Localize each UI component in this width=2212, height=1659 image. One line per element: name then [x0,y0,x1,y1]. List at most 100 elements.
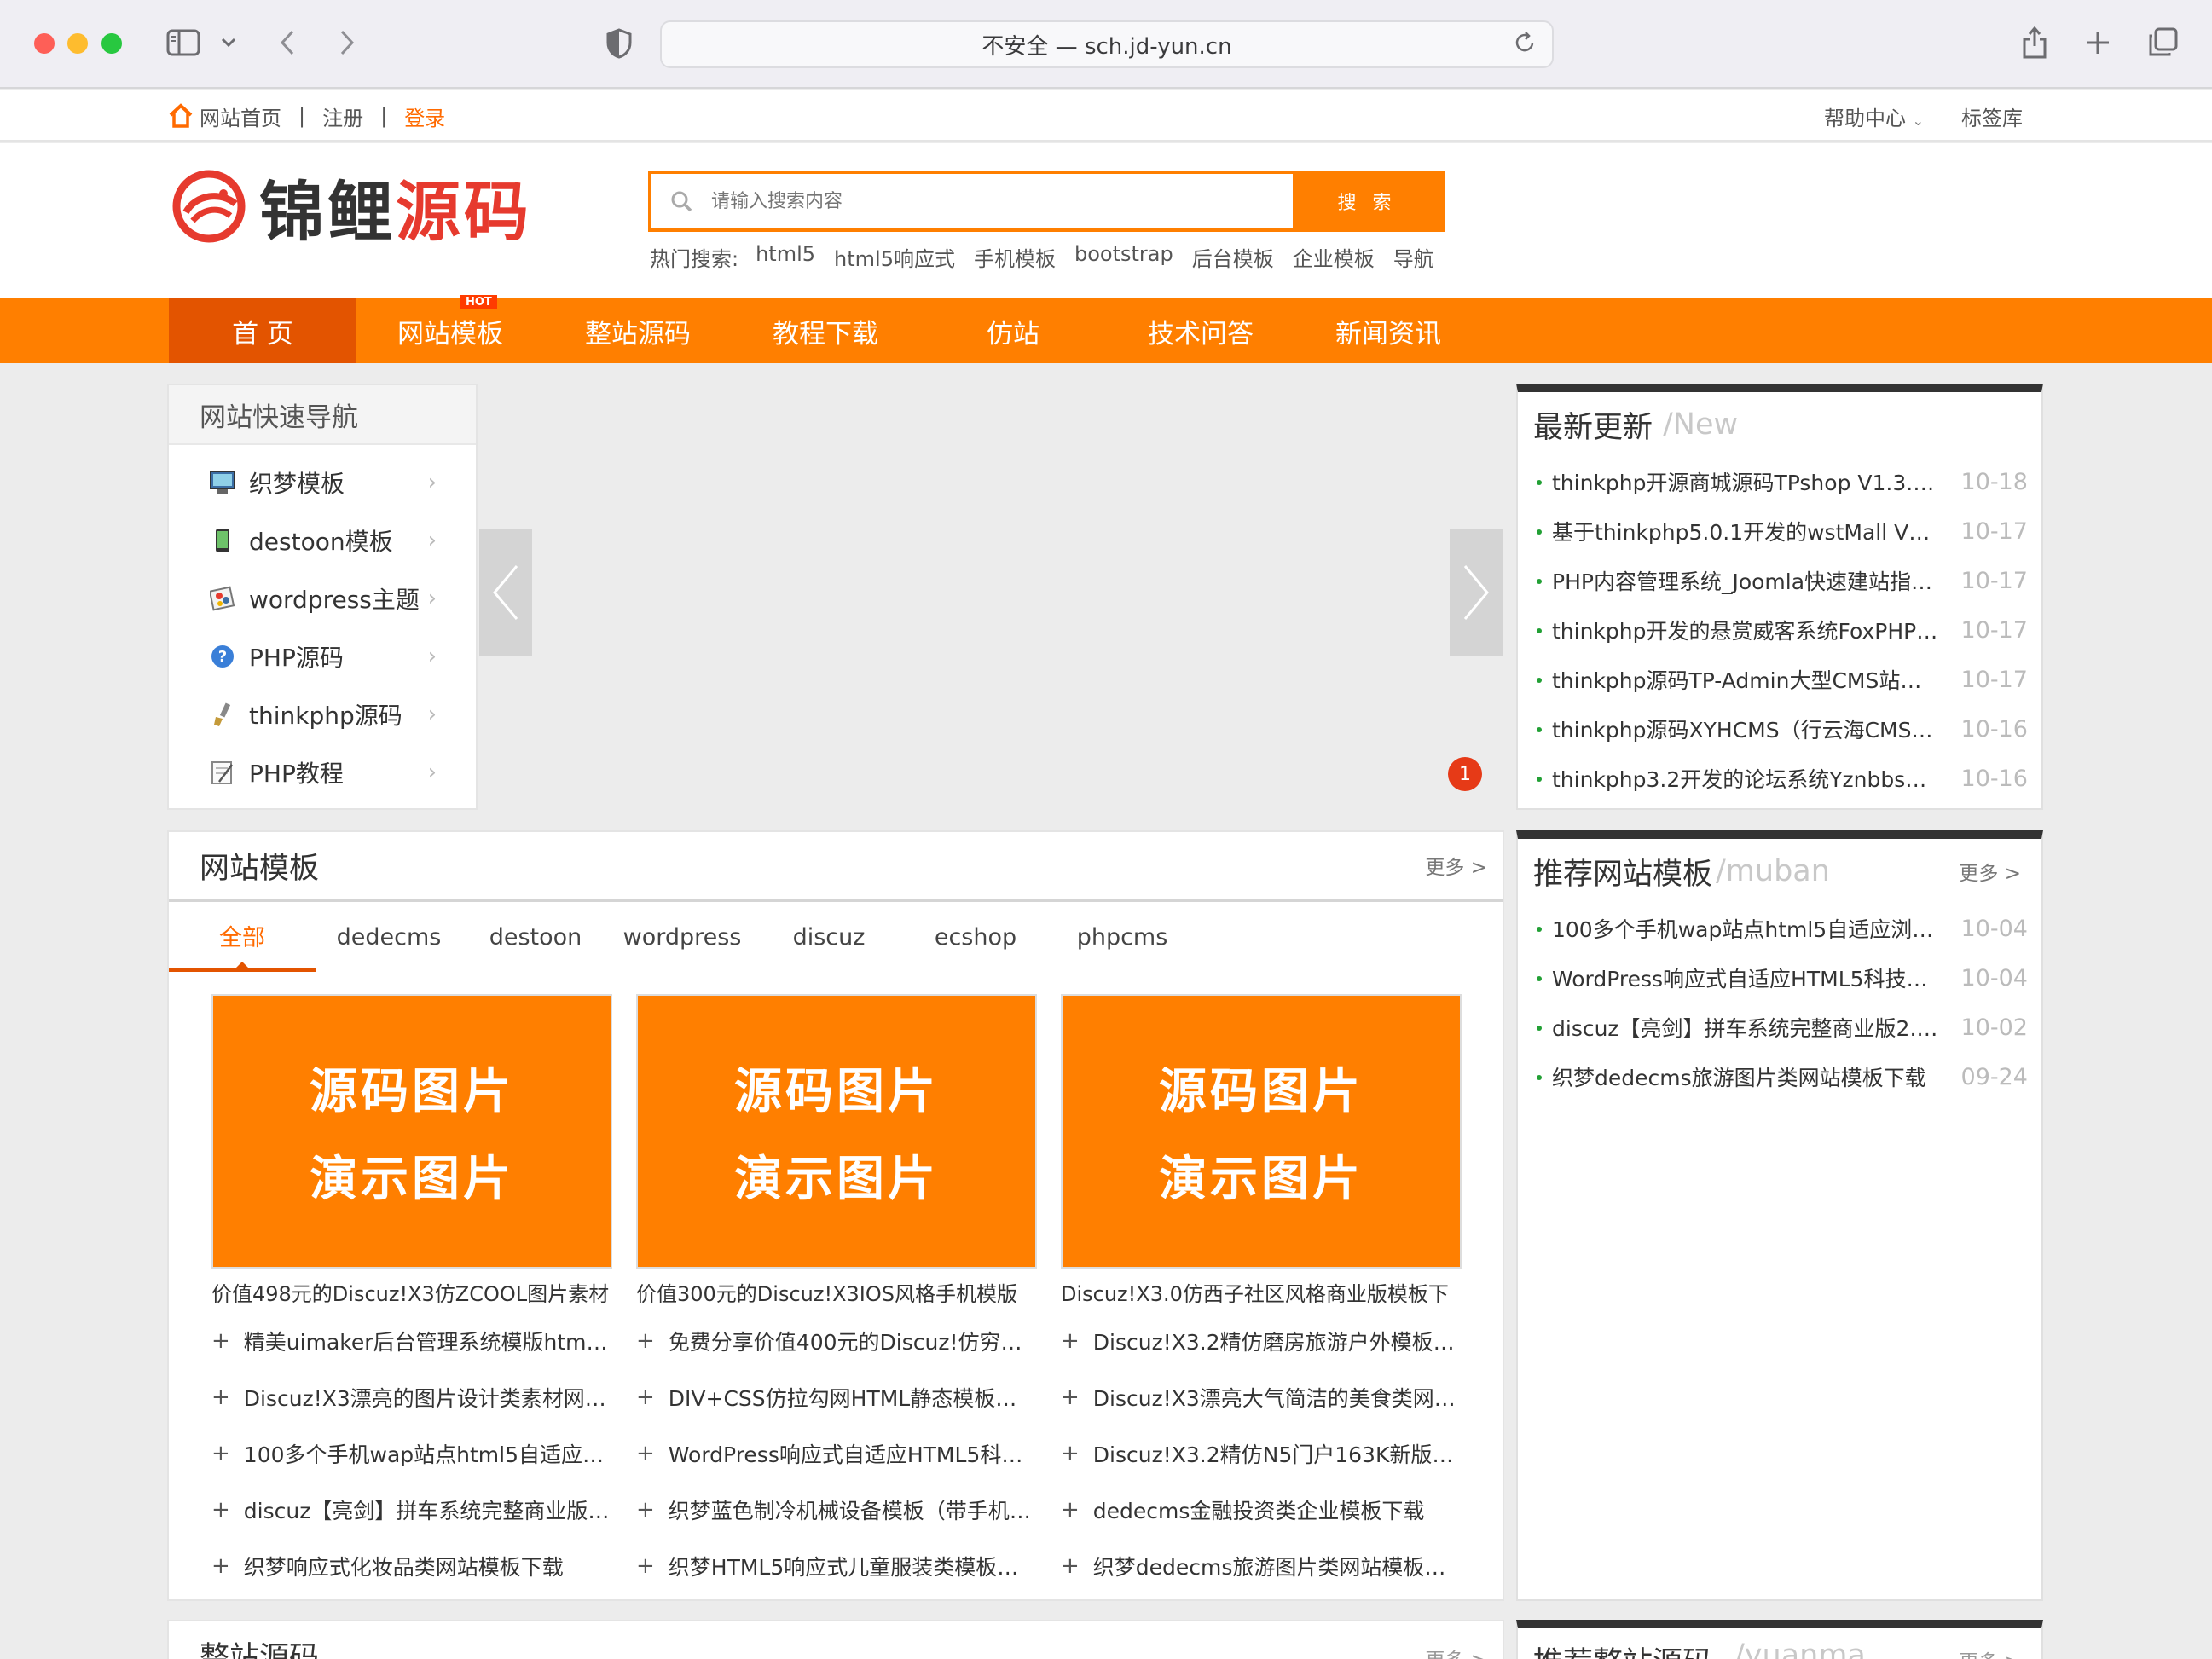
new-tab-icon[interactable] [2082,27,2113,58]
list-item[interactable]: PHP内容管理系统_Joomla快速建站指… 10-17 [1537,556,2028,605]
home-link[interactable]: 网站首页 [200,101,281,131]
quick-nav-item[interactable]: ? PHP源码 › [169,627,476,685]
list-item[interactable]: + dedecms金融投资类企业模板下载 [1061,1482,1462,1538]
address-bar[interactable]: 不安全 — sch.jd-yun.cn [660,20,1554,68]
more-link[interactable]: 更多 > [1959,1645,2021,1659]
hot-search-term[interactable]: 后台模板 [1192,242,1274,272]
list-item[interactable]: + 织梦蓝色制冷机械设备模板（带手机网… [636,1482,1037,1538]
item-title: WordPress响应式自适应HTML5科技… [1552,967,1928,991]
quick-nav-item[interactable]: wordpress主题 › [169,569,476,627]
item-date: 10-02 [1960,1014,2028,1041]
list-item[interactable]: + 免费分享价值400元的Discuz!仿穷游… [636,1313,1037,1369]
back-icon[interactable] [275,27,300,58]
template-card[interactable]: 源码图片 演示图片 价值300元的Discuz!X3IOS风格手机模版 [636,994,1037,1307]
list-item[interactable]: + Discuz!X3漂亮大气简洁的美食类网站… [1061,1369,1462,1425]
slider-prev-button[interactable] [479,529,532,656]
list-item[interactable]: + WordPress响应式自适应HTML5科技… [636,1425,1037,1482]
chevron-right-icon: › [427,644,437,669]
list-item[interactable]: + 织梦HTML5响应式儿童服装类模板下载 [636,1538,1037,1594]
hot-search-term[interactable]: html5 [756,242,815,272]
hot-search-term[interactable]: html5响应式 [834,242,955,272]
list-item[interactable]: WordPress响应式自适应HTML5科技… 10-04 [1537,953,2028,1003]
nav-home[interactable]: 首 页 [169,298,356,363]
list-item[interactable]: 基于thinkphp5.0.1开发的wstMall V1.… 10-17 [1537,506,2028,556]
list-item[interactable]: thinkphp开源商城源码TPshop V1.3.1… 10-18 [1537,457,2028,506]
nav-site-source[interactable]: 整站源码 [544,298,732,363]
tab-dedecms[interactable]: dedecms [316,902,462,972]
login-link[interactable]: 登录 [404,101,445,131]
section-title: 网站模板 [200,851,320,886]
hot-search-term[interactable]: 企业模板 [1293,242,1375,272]
quick-nav-item[interactable]: thinkphp源码 › [169,685,476,743]
slider-next-button[interactable] [1450,529,1503,656]
quick-nav-item[interactable]: destoon模板 › [169,512,476,569]
search-button[interactable]: 搜 索 [1293,174,1441,228]
tab-wordpress[interactable]: wordpress [609,902,756,972]
list-item[interactable]: thinkphp开发的悬赏威客系统FoxPHP… 10-17 [1537,605,2028,655]
list-item[interactable]: + Discuz!X3.2精仿N5门户163K新版地… [1061,1425,1462,1482]
search-icon [651,174,711,228]
search-input[interactable] [711,174,1293,228]
template-thumbnail: 源码图片 演示图片 [211,994,612,1269]
list-item[interactable]: thinkphp源码TP-Admin大型CMS站群… 10-17 [1537,655,2028,704]
help-icon: ? [210,644,235,669]
register-link[interactable]: 注册 [322,101,363,131]
template-caption: 价值300元的Discuz!X3IOS风格手机模版 [636,1282,1017,1306]
share-icon[interactable] [2019,24,2050,61]
list-item[interactable]: + 织梦dedecms旅游图片类网站模板下载 [1061,1538,1462,1594]
reload-icon[interactable] [1513,31,1537,61]
chevron-left-icon [493,565,518,620]
list-item[interactable]: thinkphp3.2开发的论坛系统Yznbbs论… 10-16 [1537,754,2028,803]
quick-nav-item[interactable]: 织梦模板 › [169,454,476,512]
quick-nav-item[interactable]: PHP教程 › [169,743,476,801]
tab-phpcms[interactable]: phpcms [1049,902,1196,972]
list-item[interactable]: thinkphp源码XYHCMS（行云海CMS… 10-16 [1537,704,2028,754]
chevron-down-icon[interactable] [218,32,239,53]
plus-icon: + [211,1384,230,1410]
top-utility-bar: 网站首页 | 注册 | 登录 帮助中心 ⌄ 标签库 [0,90,2212,142]
template-card[interactable]: 源码图片 演示图片 价值498元的Discuz!X3仿ZCOOL图片素材 [211,994,612,1307]
minimize-window-button[interactable] [67,33,88,54]
tab-all[interactable]: 全部 [169,902,316,972]
list-item[interactable]: 织梦dedecms旅游图片类网站模板下载 09-24 [1537,1052,2028,1101]
slider-page-dot[interactable]: 1 [1448,757,1482,791]
shield-icon[interactable] [604,27,634,60]
more-link[interactable]: 更多 > [1959,857,2021,886]
tab-discuz[interactable]: discuz [756,902,902,972]
more-link[interactable]: 更多 > [1425,851,1487,880]
list-item[interactable]: +100多个手机wap站点html5自适应浏… [211,1425,612,1482]
more-link[interactable]: 更多 > [1425,1644,1487,1659]
maximize-window-button[interactable] [101,33,122,54]
nav-clone[interactable]: 仿站 [919,298,1107,363]
tab-ecshop[interactable]: ecshop [902,902,1049,972]
nav-tutorials[interactable]: 教程下载 [732,298,919,363]
list-item[interactable]: discuz【亮剑】拼车系统完整商业版2.2… 10-02 [1537,1003,2028,1052]
template-card[interactable]: 源码图片 演示图片 Discuz!X3.0仿西子社区风格商业版模板下 [1061,994,1462,1307]
item-title: discuz【亮剑】拼车系统完整商业版2.2… [1552,1016,1952,1041]
list-item[interactable]: + Discuz!X3.2精仿磨房旅游户外模板下载 [1061,1313,1462,1369]
tab-destoon[interactable]: destoon [462,902,609,972]
close-window-button[interactable] [34,33,55,54]
sidebar-toggle-icon[interactable] [165,27,201,58]
chevron-right-icon: › [427,528,437,553]
nav-qa[interactable]: 技术问答 [1107,298,1294,363]
tab-overview-icon[interactable] [2145,26,2180,60]
hot-search-term[interactable]: 导航 [1393,242,1434,272]
hot-search-term[interactable]: 手机模板 [974,242,1056,272]
list-item[interactable]: + DIV+CSS仿拉勾网HTML静态模板下载 [636,1369,1037,1425]
list-item[interactable]: + Discuz!X3漂亮的图片设计类素材网站… [211,1369,612,1425]
list-item[interactable]: 100多个手机wap站点html5自适应浏… 10-04 [1537,904,2028,953]
nav-news[interactable]: 新闻资讯 [1294,298,1482,363]
latest-updates-panel: 最新更新 /New thinkphp开源商城源码TPshop V1.3.1… 10… [1516,384,2043,810]
help-center-menu[interactable]: 帮助中心 ⌄ [1824,101,1924,131]
hot-search-term[interactable]: bootstrap [1074,242,1173,272]
home-icon[interactable] [167,103,194,129]
nav-templates[interactable]: 网站模板 [356,298,544,363]
site-logo[interactable]: 锦鲤 源码 [171,164,532,250]
forward-icon[interactable] [334,27,360,58]
tag-library-link[interactable]: 标签库 [1961,101,2023,131]
item-title: 织梦响应式化妆品类网站模板下载 [243,1555,564,1580]
list-item[interactable]: + 织梦响应式化妆品类网站模板下载 [211,1538,612,1594]
list-item[interactable]: + discuz【亮剑】拼车系统完整商业版2.… [211,1482,612,1538]
list-item[interactable]: + 精美uimaker后台管理系统模版html+… [211,1313,612,1369]
